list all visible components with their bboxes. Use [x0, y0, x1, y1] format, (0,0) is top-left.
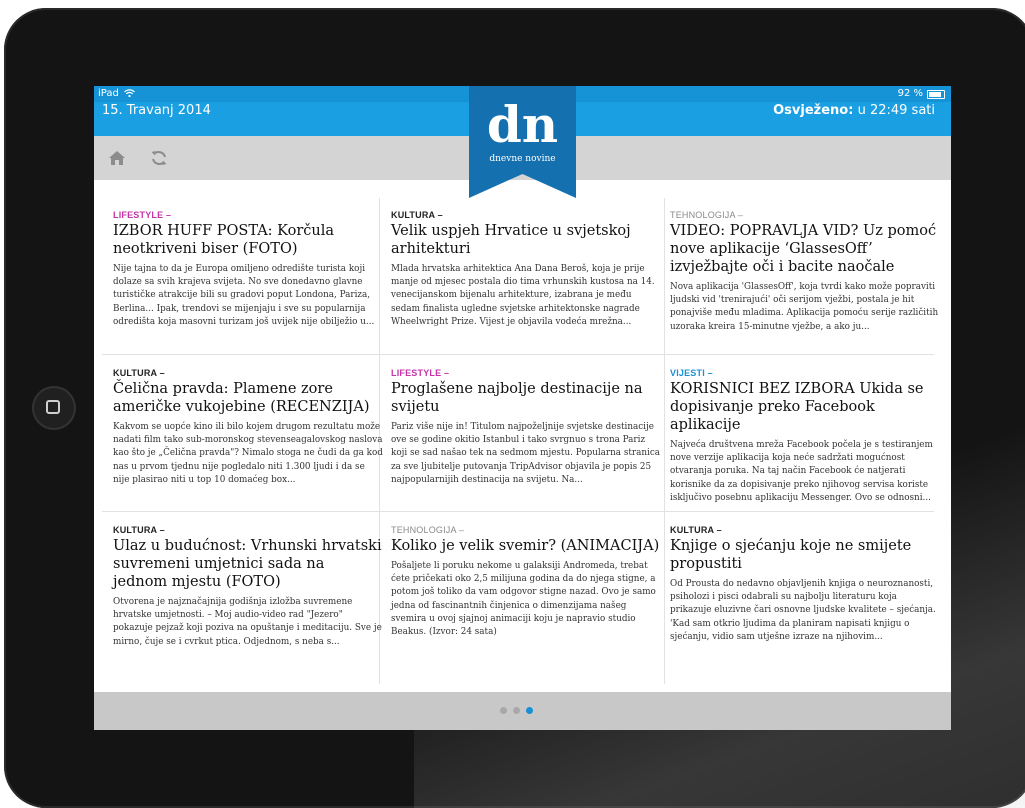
home-icon[interactable]	[108, 150, 126, 166]
article-card[interactable]: TEHNOLOGIJA – VIDEO: POPRAVLJA VID? Uz p…	[670, 210, 940, 334]
header-date: 15. Travanj 2014	[102, 103, 211, 118]
article-card[interactable]: VIJESTI – KORISNICI BEZ IZBORA Ukida se …	[670, 368, 940, 505]
article-title[interactable]: KORISNICI BEZ IZBORA Ukida se dopisivanj…	[670, 380, 940, 434]
article-snippet: Otvorena je najznačajnija godišnja izlož…	[113, 597, 382, 647]
device-home-button[interactable]	[34, 388, 74, 428]
article-title[interactable]: IZBOR HUFF POSTA: Korčula neotkriveni bi…	[113, 222, 383, 258]
article-title[interactable]: Proglašene najbolje destinacije na svije…	[391, 380, 661, 416]
article-card[interactable]: KULTURA – Velik uspjeh Hrvatice u svjets…	[391, 210, 661, 329]
article-card[interactable]: LIFESTYLE – IZBOR HUFF POSTA: Korčula ne…	[113, 210, 383, 329]
article-category: VIJESTI –	[670, 368, 713, 378]
page-dot[interactable]	[526, 707, 533, 714]
article-card[interactable]: LIFESTYLE – Proglašene najbolje destinac…	[391, 368, 661, 487]
article-card[interactable]: KULTURA – Ulaz u budućnost: Vrhunski hrv…	[113, 525, 383, 649]
page-dot[interactable]	[513, 707, 520, 714]
page-dot[interactable]	[500, 707, 507, 714]
refreshed-status: Osvježeno: u 22:49 sati	[773, 103, 935, 118]
pagination-bar	[94, 692, 951, 730]
status-carrier: iPad	[98, 86, 135, 102]
article-category: KULTURA –	[113, 368, 165, 378]
article-category: LIFESTYLE –	[391, 368, 450, 378]
article-title[interactable]: Koliko je velik svemir? (ANIMACIJA)	[391, 537, 661, 555]
article-category: LIFESTYLE –	[113, 210, 172, 220]
app-screen: 22:49 iPad 92 % 15. Travanj 2014 Osvježe…	[94, 86, 951, 730]
article-title[interactable]: Knjige o sjećanju koje ne smijete propus…	[670, 537, 940, 573]
article-title[interactable]: Velik uspjeh Hrvatice u svjetskoj arhite…	[391, 222, 661, 258]
svg-text:dn: dn	[487, 95, 558, 154]
article-snippet: Mlada hrvatska arhitektica Ana Dana Bero…	[391, 264, 655, 327]
battery-percent: 92 %	[897, 88, 923, 99]
page-indicator[interactable]	[500, 707, 533, 714]
refresh-icon[interactable]	[150, 149, 168, 167]
article-category: KULTURA –	[113, 525, 165, 535]
article-snippet: Nova aplikacija 'GlassesOff', koja tvrdi…	[670, 282, 939, 332]
article-card[interactable]: KULTURA – Knjige o sjećanju koje ne smij…	[670, 525, 940, 644]
article-snippet: Najveća društvena mreža Facebook počela …	[670, 440, 933, 503]
article-category: KULTURA –	[391, 210, 443, 220]
article-title[interactable]: Čelična pravda: Plamene zore američke vu…	[113, 380, 383, 416]
svg-text:dnevne novine: dnevne novine	[489, 154, 555, 164]
article-snippet: Nije tajna to da je Europa omiljeno odre…	[113, 264, 375, 327]
article-category: TEHNOLOGIJA –	[670, 210, 744, 220]
article-category: KULTURA –	[670, 525, 722, 535]
article-grid: LIFESTYLE – IZBOR HUFF POSTA: Korčula ne…	[94, 198, 951, 692]
battery-icon	[927, 89, 945, 99]
article-snippet: Pariz više nije in! Titulom najpoželjnij…	[391, 422, 660, 485]
article-snippet: Pošaljete li poruku nekome u galaksiji A…	[391, 561, 656, 638]
article-title[interactable]: VIDEO: POPRAVLJA VID? Uz pomoć nove apli…	[670, 222, 940, 276]
article-snippet: Od Prousta do nedavno objavljenih knjiga…	[670, 579, 936, 642]
article-card[interactable]: TEHNOLOGIJA – Koliko je velik svemir? (A…	[391, 525, 661, 639]
article-card[interactable]: KULTURA – Čelična pravda: Plamene zore a…	[113, 368, 383, 487]
article-category: TEHNOLOGIJA –	[391, 525, 465, 535]
article-title[interactable]: Ulaz u budućnost: Vrhunski hrvatski suvr…	[113, 537, 383, 591]
dn-logo[interactable]: dn dnevne novine	[469, 86, 576, 198]
wifi-icon	[124, 89, 135, 98]
article-snippet: Kakvom se uopće kino ili bilo kojem drug…	[113, 422, 383, 485]
